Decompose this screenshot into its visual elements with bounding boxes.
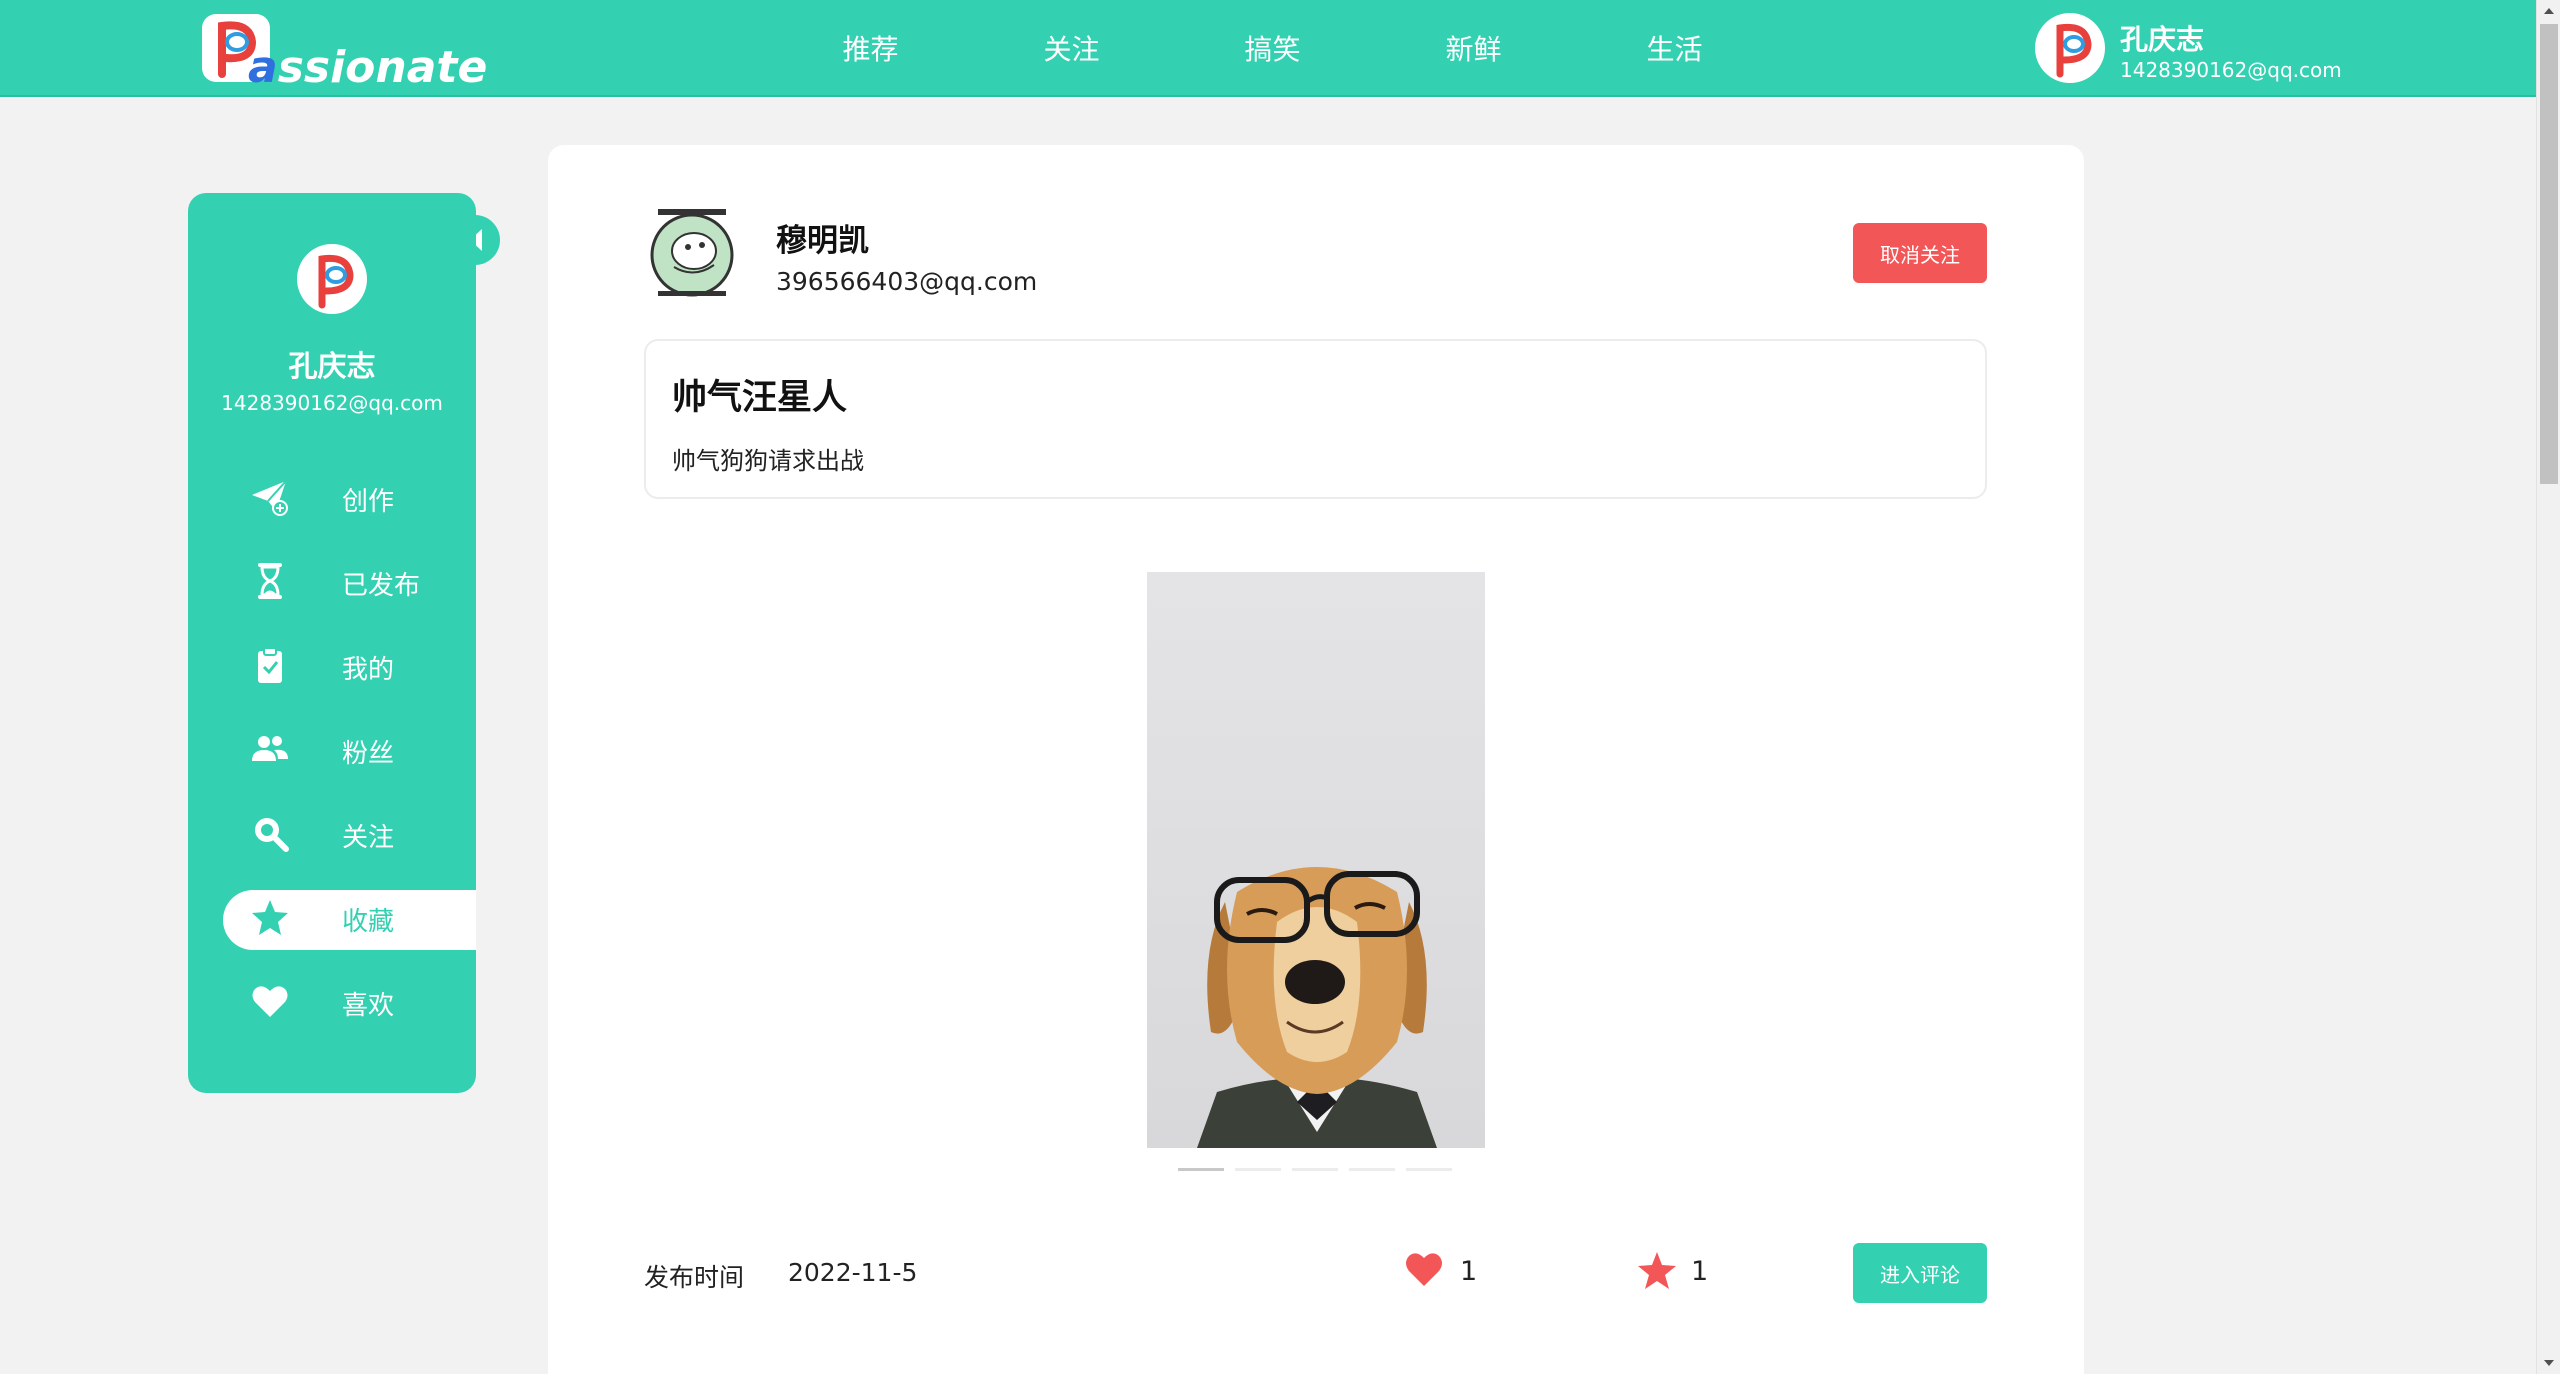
sidebar-item-fans[interactable]: 粉丝 bbox=[188, 707, 476, 791]
enter-comments-button[interactable]: 进入评论 bbox=[1853, 1243, 1987, 1303]
like-count: 1 bbox=[1460, 1256, 1478, 1287]
logo-wordmark-accent: a bbox=[248, 42, 278, 93]
carousel-dot[interactable] bbox=[1235, 1168, 1281, 1171]
carousel-dot[interactable] bbox=[1292, 1168, 1338, 1171]
carousel-indicators bbox=[1178, 1168, 1452, 1171]
sidebar-item-label: 喜欢 bbox=[342, 991, 395, 1021]
sidebar-user-name: 孔庆志 bbox=[288, 349, 376, 383]
carousel-dot[interactable] bbox=[1178, 1168, 1224, 1171]
user-email: 1428390162@qq.com bbox=[2120, 58, 2342, 82]
sidebar-menu: 创作 已发布 我的 粉丝 关注 收藏 喜欢 bbox=[188, 455, 476, 1043]
nav-item-following[interactable]: 关注 bbox=[971, 0, 1172, 97]
publish-date-label: 发布时间 bbox=[644, 1263, 745, 1292]
sidebar-item-favorites[interactable]: 收藏 bbox=[188, 875, 476, 959]
page-scrollbar[interactable] bbox=[2536, 0, 2560, 1374]
sidebar-item-published[interactable]: 已发布 bbox=[188, 539, 476, 623]
sidebar-item-label: 粉丝 bbox=[342, 739, 395, 769]
post-title: 帅气汪星人 bbox=[672, 378, 848, 418]
sidebar-item-mine[interactable]: 我的 bbox=[188, 623, 476, 707]
user-name: 孔庆志 bbox=[2120, 23, 2205, 56]
nav-item-fresh[interactable]: 新鲜 bbox=[1373, 0, 1574, 97]
heart-icon[interactable] bbox=[1404, 1249, 1444, 1289]
carousel-dot[interactable] bbox=[1349, 1168, 1395, 1171]
avatar[interactable] bbox=[2034, 12, 2106, 84]
nav-item-funny[interactable]: 搞笑 bbox=[1172, 0, 1373, 97]
star-icon bbox=[252, 900, 288, 935]
author-name[interactable]: 穆明凯 bbox=[776, 215, 869, 260]
post-content-box: 帅气汪星人 帅气狗狗请求出战 bbox=[644, 339, 1987, 499]
post-photo[interactable] bbox=[1147, 572, 1485, 1148]
star-icon[interactable] bbox=[1636, 1249, 1678, 1291]
nav-item-recommend[interactable]: 推荐 bbox=[770, 0, 971, 97]
favorite-count: 1 bbox=[1691, 1256, 1709, 1287]
scroll-up-arrow-icon[interactable] bbox=[2537, 0, 2560, 22]
sidebar-item-following[interactable]: 关注 bbox=[188, 791, 476, 875]
sidebar-item-label: 已发布 bbox=[342, 571, 421, 601]
brand-logo[interactable]: assionate bbox=[200, 12, 487, 93]
heart-icon bbox=[252, 986, 288, 1017]
author-email: 396566403@qq.com bbox=[776, 267, 1038, 296]
sidebar-item-label: 收藏 bbox=[342, 907, 395, 937]
scroll-down-arrow-icon[interactable] bbox=[2537, 1352, 2560, 1374]
avatar[interactable] bbox=[296, 243, 368, 315]
logo-wordmark-rest: ssionate bbox=[277, 42, 488, 93]
logo-wordmark: assionate bbox=[248, 42, 487, 93]
sidebar-item-likes[interactable]: 喜欢 bbox=[188, 959, 476, 1043]
sidebar: 孔庆志 1428390162@qq.com 创作 已发布 我的 粉丝 关注 收藏… bbox=[188, 193, 476, 1093]
sidebar-item-create[interactable]: 创作 bbox=[188, 455, 476, 539]
search-icon bbox=[255, 818, 289, 852]
scrollbar-thumb[interactable] bbox=[2540, 24, 2558, 484]
author-avatar[interactable] bbox=[644, 205, 740, 301]
main-nav: 推荐 关注 搞笑 新鲜 生活 bbox=[770, 0, 1775, 97]
nav-item-life[interactable]: 生活 bbox=[1574, 0, 1775, 97]
sidebar-item-label: 关注 bbox=[342, 823, 395, 853]
publish-date-value: 2022-11-5 bbox=[788, 1258, 918, 1287]
clipboard-check-icon bbox=[258, 647, 282, 683]
hourglass-icon bbox=[258, 563, 282, 599]
paper-plane-add-icon bbox=[252, 480, 288, 516]
sidebar-user-email: 1428390162@qq.com bbox=[221, 391, 443, 415]
unfollow-button[interactable]: 取消关注 bbox=[1853, 223, 1987, 283]
post-text: 帅气狗狗请求出战 bbox=[672, 447, 864, 475]
top-navbar: assionate 推荐 关注 搞笑 新鲜 生活 孔庆志 1428390162@… bbox=[0, 0, 2536, 97]
users-icon bbox=[252, 736, 288, 761]
carousel-dot[interactable] bbox=[1406, 1168, 1452, 1171]
sidebar-item-label: 创作 bbox=[342, 487, 395, 517]
sidebar-item-label: 我的 bbox=[342, 655, 395, 685]
post-card: 穆明凯 396566403@qq.com 取消关注 帅气汪星人 帅气狗狗请求出战 bbox=[548, 145, 2084, 1374]
